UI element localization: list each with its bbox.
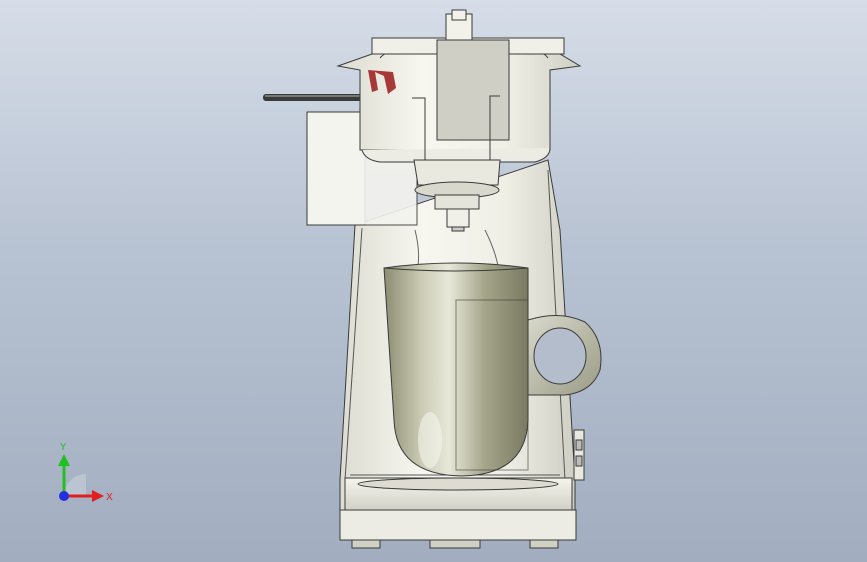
y-axis-label: Y	[59, 442, 67, 453]
coffee-maker-model[interactable]	[0, 0, 867, 562]
y-axis-arrowhead	[58, 454, 70, 466]
side-handle-rod[interactable]	[263, 94, 363, 101]
lid-panel[interactable]	[436, 39, 510, 141]
base[interactable]	[339, 509, 577, 549]
z-axis-dot	[59, 491, 69, 501]
x-axis-arrowhead	[92, 490, 104, 502]
x-axis-label: X	[106, 492, 113, 503]
mug-handle[interactable]	[527, 315, 602, 396]
side-buttons[interactable]	[573, 429, 585, 481]
orientation-triad: Y X	[58, 442, 113, 503]
mug[interactable]	[383, 262, 529, 477]
graphics-viewport[interactable]: Y X	[0, 0, 867, 562]
top-knob[interactable]	[445, 9, 473, 41]
